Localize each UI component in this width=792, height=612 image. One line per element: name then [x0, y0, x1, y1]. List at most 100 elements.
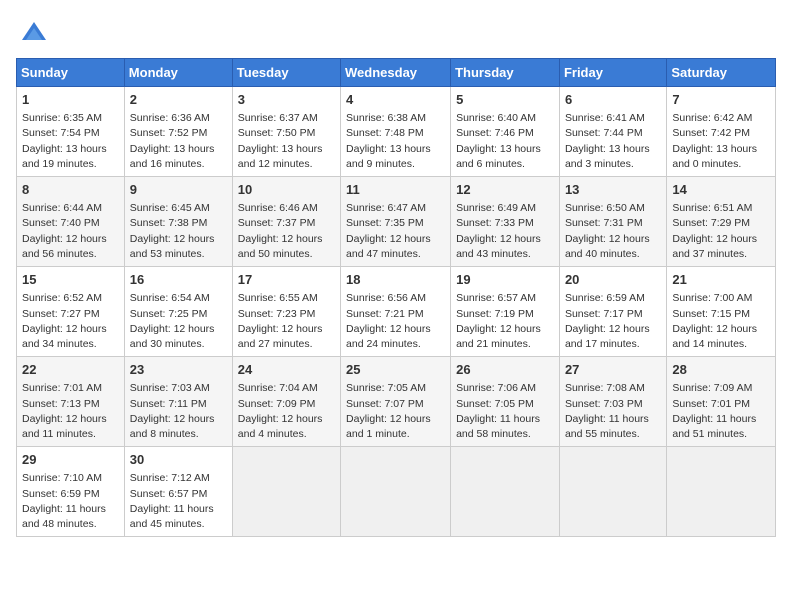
day-number: 12: [456, 181, 554, 199]
day-info: Sunrise: 6:40 AM Sunset: 7:46 PM Dayligh…: [456, 111, 554, 172]
day-info: Sunrise: 7:10 AM Sunset: 6:59 PM Dayligh…: [22, 471, 119, 532]
day-info: Sunrise: 7:05 AM Sunset: 7:07 PM Dayligh…: [346, 381, 445, 442]
weekday-header-tuesday: Tuesday: [232, 59, 340, 87]
calendar-cell: 9 Sunrise: 6:45 AM Sunset: 7:38 PM Dayli…: [124, 177, 232, 267]
day-number: 26: [456, 361, 554, 379]
day-number: 3: [238, 91, 335, 109]
day-number: 10: [238, 181, 335, 199]
calendar-cell: 1 Sunrise: 6:35 AM Sunset: 7:54 PM Dayli…: [17, 87, 125, 177]
day-info: Sunrise: 7:12 AM Sunset: 6:57 PM Dayligh…: [130, 471, 227, 532]
day-info: Sunrise: 6:36 AM Sunset: 7:52 PM Dayligh…: [130, 111, 227, 172]
calendar-cell: 25 Sunrise: 7:05 AM Sunset: 7:07 PM Dayl…: [341, 357, 451, 447]
day-number: 17: [238, 271, 335, 289]
day-number: 11: [346, 181, 445, 199]
calendar-cell: 6 Sunrise: 6:41 AM Sunset: 7:44 PM Dayli…: [559, 87, 666, 177]
day-info: Sunrise: 6:50 AM Sunset: 7:31 PM Dayligh…: [565, 201, 661, 262]
day-number: 7: [672, 91, 770, 109]
day-info: Sunrise: 6:52 AM Sunset: 7:27 PM Dayligh…: [22, 291, 119, 352]
day-info: Sunrise: 6:49 AM Sunset: 7:33 PM Dayligh…: [456, 201, 554, 262]
calendar-cell: [232, 447, 340, 537]
calendar-cell: 30 Sunrise: 7:12 AM Sunset: 6:57 PM Dayl…: [124, 447, 232, 537]
calendar-cell: 28 Sunrise: 7:09 AM Sunset: 7:01 PM Dayl…: [667, 357, 776, 447]
calendar-cell: 14 Sunrise: 6:51 AM Sunset: 7:29 PM Dayl…: [667, 177, 776, 267]
calendar-cell: 10 Sunrise: 6:46 AM Sunset: 7:37 PM Dayl…: [232, 177, 340, 267]
day-info: Sunrise: 7:08 AM Sunset: 7:03 PM Dayligh…: [565, 381, 661, 442]
calendar-cell: 15 Sunrise: 6:52 AM Sunset: 7:27 PM Dayl…: [17, 267, 125, 357]
calendar-cell: 8 Sunrise: 6:44 AM Sunset: 7:40 PM Dayli…: [17, 177, 125, 267]
day-info: Sunrise: 6:57 AM Sunset: 7:19 PM Dayligh…: [456, 291, 554, 352]
calendar-cell: 23 Sunrise: 7:03 AM Sunset: 7:11 PM Dayl…: [124, 357, 232, 447]
day-number: 27: [565, 361, 661, 379]
logo: [16, 20, 48, 48]
calendar-cell: [341, 447, 451, 537]
calendar-cell: 24 Sunrise: 7:04 AM Sunset: 7:09 PM Dayl…: [232, 357, 340, 447]
calendar-cell: 7 Sunrise: 6:42 AM Sunset: 7:42 PM Dayli…: [667, 87, 776, 177]
weekday-header-monday: Monday: [124, 59, 232, 87]
day-number: 18: [346, 271, 445, 289]
day-info: Sunrise: 6:56 AM Sunset: 7:21 PM Dayligh…: [346, 291, 445, 352]
day-number: 14: [672, 181, 770, 199]
page-header: [16, 16, 776, 48]
calendar-cell: 26 Sunrise: 7:06 AM Sunset: 7:05 PM Dayl…: [451, 357, 560, 447]
day-number: 13: [565, 181, 661, 199]
day-number: 1: [22, 91, 119, 109]
day-number: 22: [22, 361, 119, 379]
calendar-cell: 5 Sunrise: 6:40 AM Sunset: 7:46 PM Dayli…: [451, 87, 560, 177]
day-number: 4: [346, 91, 445, 109]
day-number: 16: [130, 271, 227, 289]
logo-icon: [20, 20, 48, 48]
day-info: Sunrise: 6:51 AM Sunset: 7:29 PM Dayligh…: [672, 201, 770, 262]
day-number: 8: [22, 181, 119, 199]
day-number: 9: [130, 181, 227, 199]
day-number: 21: [672, 271, 770, 289]
calendar-cell: 17 Sunrise: 6:55 AM Sunset: 7:23 PM Dayl…: [232, 267, 340, 357]
weekday-header-saturday: Saturday: [667, 59, 776, 87]
day-info: Sunrise: 6:35 AM Sunset: 7:54 PM Dayligh…: [22, 111, 119, 172]
calendar-cell: 29 Sunrise: 7:10 AM Sunset: 6:59 PM Dayl…: [17, 447, 125, 537]
calendar-cell: 19 Sunrise: 6:57 AM Sunset: 7:19 PM Dayl…: [451, 267, 560, 357]
day-number: 28: [672, 361, 770, 379]
day-info: Sunrise: 7:00 AM Sunset: 7:15 PM Dayligh…: [672, 291, 770, 352]
calendar-cell: 3 Sunrise: 6:37 AM Sunset: 7:50 PM Dayli…: [232, 87, 340, 177]
day-info: Sunrise: 6:59 AM Sunset: 7:17 PM Dayligh…: [565, 291, 661, 352]
calendar-cell: 2 Sunrise: 6:36 AM Sunset: 7:52 PM Dayli…: [124, 87, 232, 177]
day-info: Sunrise: 6:45 AM Sunset: 7:38 PM Dayligh…: [130, 201, 227, 262]
day-info: Sunrise: 6:41 AM Sunset: 7:44 PM Dayligh…: [565, 111, 661, 172]
day-info: Sunrise: 6:47 AM Sunset: 7:35 PM Dayligh…: [346, 201, 445, 262]
day-info: Sunrise: 6:42 AM Sunset: 7:42 PM Dayligh…: [672, 111, 770, 172]
day-info: Sunrise: 6:37 AM Sunset: 7:50 PM Dayligh…: [238, 111, 335, 172]
day-number: 5: [456, 91, 554, 109]
day-info: Sunrise: 6:55 AM Sunset: 7:23 PM Dayligh…: [238, 291, 335, 352]
calendar-cell: 22 Sunrise: 7:01 AM Sunset: 7:13 PM Dayl…: [17, 357, 125, 447]
weekday-header-sunday: Sunday: [17, 59, 125, 87]
day-number: 30: [130, 451, 227, 469]
calendar-cell: 20 Sunrise: 6:59 AM Sunset: 7:17 PM Dayl…: [559, 267, 666, 357]
day-number: 2: [130, 91, 227, 109]
day-number: 24: [238, 361, 335, 379]
calendar-cell: 12 Sunrise: 6:49 AM Sunset: 7:33 PM Dayl…: [451, 177, 560, 267]
calendar-cell: 21 Sunrise: 7:00 AM Sunset: 7:15 PM Dayl…: [667, 267, 776, 357]
calendar-cell: 13 Sunrise: 6:50 AM Sunset: 7:31 PM Dayl…: [559, 177, 666, 267]
weekday-header-wednesday: Wednesday: [341, 59, 451, 87]
calendar-cell: 18 Sunrise: 6:56 AM Sunset: 7:21 PM Dayl…: [341, 267, 451, 357]
day-number: 6: [565, 91, 661, 109]
day-info: Sunrise: 6:46 AM Sunset: 7:37 PM Dayligh…: [238, 201, 335, 262]
calendar-table: SundayMondayTuesdayWednesdayThursdayFrid…: [16, 58, 776, 537]
day-info: Sunrise: 7:01 AM Sunset: 7:13 PM Dayligh…: [22, 381, 119, 442]
day-number: 29: [22, 451, 119, 469]
calendar-cell: [451, 447, 560, 537]
day-info: Sunrise: 7:03 AM Sunset: 7:11 PM Dayligh…: [130, 381, 227, 442]
day-info: Sunrise: 7:06 AM Sunset: 7:05 PM Dayligh…: [456, 381, 554, 442]
weekday-header-friday: Friday: [559, 59, 666, 87]
weekday-header-thursday: Thursday: [451, 59, 560, 87]
day-info: Sunrise: 6:38 AM Sunset: 7:48 PM Dayligh…: [346, 111, 445, 172]
calendar-cell: [667, 447, 776, 537]
calendar-cell: 27 Sunrise: 7:08 AM Sunset: 7:03 PM Dayl…: [559, 357, 666, 447]
day-info: Sunrise: 6:44 AM Sunset: 7:40 PM Dayligh…: [22, 201, 119, 262]
day-number: 25: [346, 361, 445, 379]
day-number: 20: [565, 271, 661, 289]
calendar-cell: 11 Sunrise: 6:47 AM Sunset: 7:35 PM Dayl…: [341, 177, 451, 267]
day-info: Sunrise: 7:04 AM Sunset: 7:09 PM Dayligh…: [238, 381, 335, 442]
day-info: Sunrise: 6:54 AM Sunset: 7:25 PM Dayligh…: [130, 291, 227, 352]
day-number: 15: [22, 271, 119, 289]
